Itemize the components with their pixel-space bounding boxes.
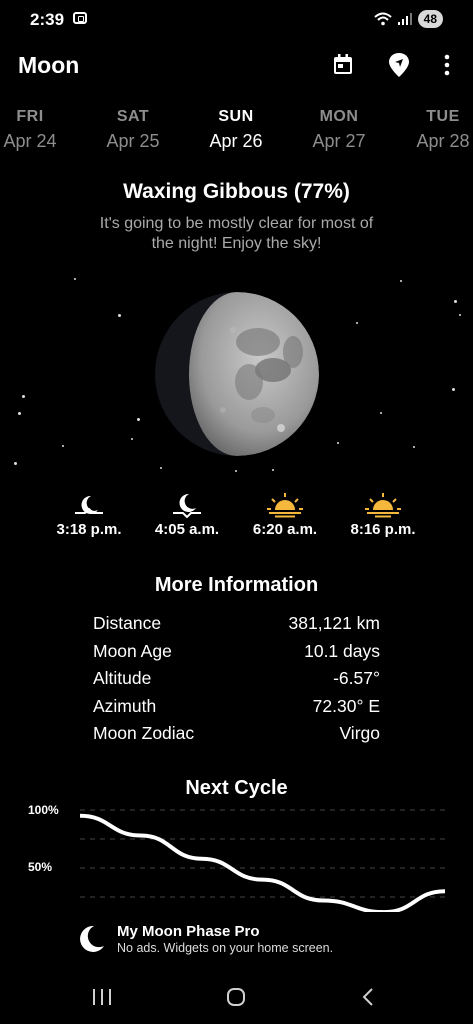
info-value: -6.57° (333, 668, 380, 688)
day-tab-label: SAT (116, 108, 150, 125)
calendar-icon[interactable] (330, 52, 356, 78)
sunrise-time: 6:20 a.m. (252, 521, 318, 538)
status-time: 2:39 (30, 10, 65, 29)
wifi-icon (373, 12, 392, 26)
more-info-title: More Information (154, 574, 319, 596)
info-value: Virgo (339, 723, 380, 743)
chart-series-line (79, 813, 446, 915)
info-row-distance: Distance 381,121 km (93, 613, 380, 641)
moonset-time: 4:05 a.m. (154, 521, 220, 538)
home-icon (227, 988, 245, 1006)
back-button[interactable] (352, 985, 384, 1009)
day-tab-label: TUE (426, 108, 460, 125)
info-value: 72.30° E (312, 696, 380, 716)
day-tab-date: Apr 25 (106, 131, 160, 151)
moonrise-time: 3:18 p.m. (56, 521, 122, 538)
info-value: 381,121 km (288, 613, 380, 633)
day-tab-date: Apr 28 (416, 131, 470, 151)
day-tab-label: SUN (218, 108, 254, 125)
day-tab-date: Apr 24 (3, 131, 57, 151)
info-row-azimuth: Azimuth 72.30° E (93, 696, 380, 724)
info-value: 10.1 days (304, 641, 380, 661)
info-row-altitude: Altitude -6.57° (93, 668, 380, 696)
day-tab-label: FRI (16, 108, 44, 125)
moonrise-icon (75, 495, 103, 514)
battery-level: 48 (417, 10, 443, 28)
info-label: Distance (93, 613, 162, 633)
status-indicators: 48 (373, 10, 443, 28)
day-tab-fri[interactable]: FRI Apr 24 (0, 108, 75, 152)
home-button[interactable] (220, 985, 252, 1009)
sunrise-event: 6:20 a.m. (240, 492, 330, 538)
day-tab-sun[interactable]: SUN Apr 26 (191, 108, 281, 152)
info-label: Altitude (93, 668, 152, 688)
promo-title: My Moon Phase Pro (117, 923, 260, 940)
next-cycle-title: Next Cycle (185, 777, 288, 799)
phase-description: It's going to be mostly clear for most o… (99, 215, 374, 252)
more-vert-icon[interactable] (434, 52, 460, 78)
sunrise-icon (267, 493, 303, 518)
screen-record-icon (73, 12, 87, 24)
moon-phase-image (155, 292, 319, 456)
day-tab-label: MON (319, 108, 359, 125)
day-tab-date: Apr 27 (312, 131, 366, 151)
sunset-event: 8:16 p.m. (338, 492, 428, 538)
day-tab-sat[interactable]: SAT Apr 25 (88, 108, 178, 152)
day-tab-mon[interactable]: MON Apr 27 (294, 108, 384, 152)
moonrise-event: 3:18 p.m. (44, 492, 134, 538)
info-label: Moon Zodiac (93, 723, 195, 743)
signal-icon (397, 13, 412, 25)
location-pin-icon[interactable] (386, 52, 412, 78)
back-icon (362, 988, 373, 1006)
sunset-time: 8:16 p.m. (350, 521, 416, 538)
info-row-moon-zodiac: Moon Zodiac Virgo (93, 723, 380, 751)
phase-title: Waxing Gibbous (77%) (123, 180, 350, 203)
app-title: Moon (18, 52, 80, 78)
moonset-event: 4:05 a.m. (142, 492, 232, 538)
moon-logo-icon (80, 925, 104, 952)
chart-grid (80, 809, 445, 898)
promo-subtitle: No ads. Widgets on your home screen. (117, 941, 334, 955)
sunset-icon (365, 493, 401, 518)
day-tab-tue[interactable]: TUE Apr 28 (398, 108, 473, 152)
info-label: Moon Age (93, 641, 172, 661)
moonset-icon (173, 493, 201, 518)
recent-apps-button[interactable] (86, 985, 118, 1009)
info-row-moon-age: Moon Age 10.1 days (93, 641, 380, 669)
info-label: Azimuth (93, 696, 157, 716)
recent-apps-icon (93, 989, 111, 1005)
day-tab-date: Apr 26 (209, 131, 263, 151)
next-cycle-chart (79, 809, 446, 915)
